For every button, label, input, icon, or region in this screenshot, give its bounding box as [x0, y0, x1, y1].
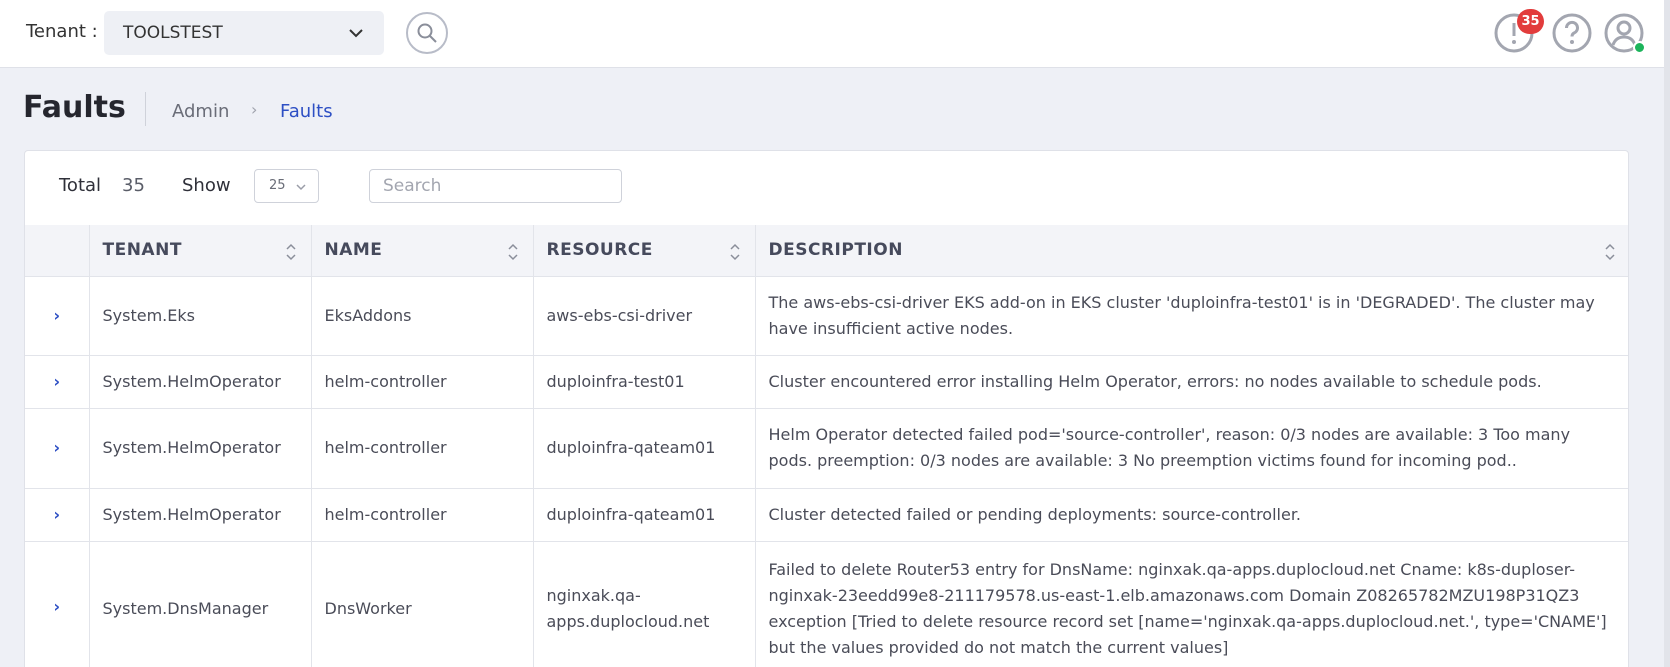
search-icon: [417, 23, 437, 43]
faults-card: Total 35 Show 25 TENANT: [24, 150, 1629, 667]
row-expand-cell[interactable]: ›: [25, 408, 90, 489]
total-label: Total: [59, 175, 102, 196]
search-input[interactable]: [369, 169, 622, 203]
breadcrumb-separator-icon: ›: [251, 100, 258, 119]
page-size-select[interactable]: 25: [254, 169, 319, 203]
table-row[interactable]: › System.DnsManager DnsWorker nginxak.qa…: [25, 541, 1628, 667]
cell-resource: aws-ebs-csi-driver: [533, 276, 756, 356]
cell-description: Cluster detected failed or pending deplo…: [755, 488, 1628, 542]
cell-name: helm-controller: [311, 408, 534, 489]
column-header-expand: [25, 225, 90, 277]
table-row[interactable]: › System.HelmOperator helm-controller du…: [25, 355, 1628, 409]
cell-resource: nginxak.qa-apps.duplocloud.net: [533, 541, 756, 667]
table-row[interactable]: › System.Eks EksAddons aws-ebs-csi-drive…: [25, 276, 1628, 356]
global-search-button[interactable]: [406, 12, 448, 54]
chevron-right-icon[interactable]: ›: [53, 597, 60, 616]
tenant-select[interactable]: TOOLSTEST: [104, 11, 384, 55]
show-label: Show: [182, 175, 231, 196]
column-header-description[interactable]: DESCRIPTION: [755, 225, 1628, 277]
column-header-label: NAME: [324, 240, 383, 261]
column-header-label: RESOURCE: [546, 240, 653, 261]
cell-tenant: System.HelmOperator: [89, 355, 312, 409]
row-expand-cell[interactable]: ›: [25, 541, 90, 667]
row-expand-cell[interactable]: ›: [25, 355, 90, 409]
page-size-value: 25: [269, 178, 286, 193]
cell-tenant: System.Eks: [89, 276, 312, 356]
cell-description: Failed to delete Router53 entry for DnsN…: [755, 541, 1628, 667]
cell-name: DnsWorker: [311, 541, 534, 667]
question-circle-icon[interactable]: [1551, 12, 1593, 54]
top-bar: Tenant : TOOLSTEST 35: [0, 0, 1670, 68]
column-header-label: DESCRIPTION: [768, 240, 903, 261]
total-value: 35: [122, 175, 145, 196]
cell-tenant: System.HelmOperator: [89, 488, 312, 542]
faults-table: TENANT NAME RESOURCE DESCRIPTION › Syste…: [25, 225, 1628, 667]
cell-tenant: System.DnsManager: [89, 541, 312, 667]
sort-icon[interactable]: [507, 242, 519, 262]
page-title: Faults: [23, 90, 126, 125]
sort-icon[interactable]: [285, 242, 297, 262]
chevron-right-icon[interactable]: ›: [53, 505, 60, 524]
column-header-name[interactable]: NAME: [311, 225, 534, 277]
row-expand-cell[interactable]: ›: [25, 488, 90, 542]
tenant-select-value: TOOLSTEST: [123, 23, 223, 43]
cell-resource: duploinfra-test01: [533, 355, 756, 409]
cell-description: The aws-ebs-csi-driver EKS add-on in EKS…: [755, 276, 1628, 356]
cell-resource: duploinfra-qateam01: [533, 488, 756, 542]
cell-resource: duploinfra-qateam01: [533, 408, 756, 489]
cell-description: Helm Operator detected failed pod='sourc…: [755, 408, 1628, 489]
row-expand-cell[interactable]: ›: [25, 276, 90, 356]
breadcrumb-faults: Faults: [280, 101, 333, 122]
cell-description: Cluster encountered error installing Hel…: [755, 355, 1628, 409]
cell-name: helm-controller: [311, 488, 534, 542]
sort-icon[interactable]: [729, 242, 741, 262]
chevron-right-icon[interactable]: ›: [53, 438, 60, 457]
chevron-right-icon[interactable]: ›: [53, 372, 60, 391]
table-header-row: TENANT NAME RESOURCE DESCRIPTION: [25, 225, 1628, 277]
title-divider: [145, 92, 146, 126]
cell-name: helm-controller: [311, 355, 534, 409]
cell-name: EksAddons: [311, 276, 534, 356]
cell-tenant: System.HelmOperator: [89, 408, 312, 489]
page-scrollbar[interactable]: [1664, 0, 1670, 667]
chevron-down-icon: [296, 184, 306, 191]
tenant-label: Tenant :: [26, 21, 98, 42]
fault-count-badge: 35: [1517, 9, 1544, 34]
breadcrumb-admin[interactable]: Admin: [172, 101, 229, 122]
column-header-resource[interactable]: RESOURCE: [533, 225, 756, 277]
table-row[interactable]: › System.HelmOperator helm-controller du…: [25, 408, 1628, 489]
sort-icon[interactable]: [1604, 242, 1616, 262]
online-status-dot: [1633, 41, 1646, 54]
table-row[interactable]: › System.HelmOperator helm-controller du…: [25, 488, 1628, 542]
chevron-right-icon[interactable]: ›: [53, 306, 60, 325]
column-header-label: TENANT: [102, 240, 182, 261]
column-header-tenant[interactable]: TENANT: [89, 225, 312, 277]
chevron-down-icon: [349, 29, 363, 38]
